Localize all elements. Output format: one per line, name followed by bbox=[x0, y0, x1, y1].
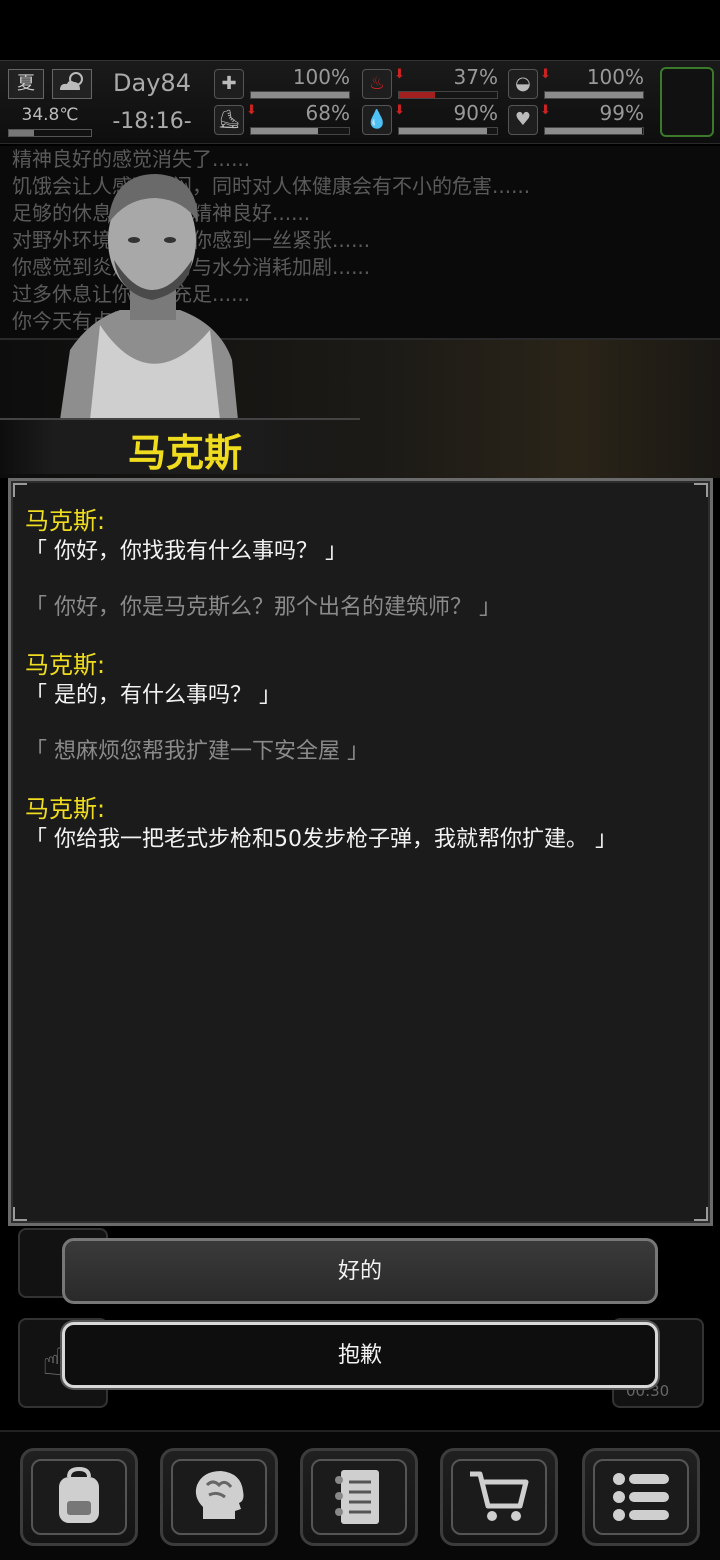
npc-line: 「 你给我一把老式步枪和50发步枪子弹，我就帮你扩建。 」 bbox=[25, 827, 617, 852]
temperature-bar bbox=[8, 129, 92, 137]
nav-journal[interactable] bbox=[300, 1448, 418, 1546]
speaker-name: 马克斯: bbox=[25, 507, 106, 535]
nav-shop[interactable] bbox=[440, 1448, 558, 1546]
frame-corner bbox=[694, 483, 708, 497]
bottom-nav bbox=[0, 1430, 720, 1560]
sun-cloud-icon bbox=[52, 69, 92, 99]
frame-corner bbox=[694, 1207, 708, 1221]
menu-icon bbox=[613, 1473, 669, 1521]
pill-icon: ◒ bbox=[508, 69, 538, 99]
stomach-icon: ♨ bbox=[362, 69, 392, 99]
journal-icon bbox=[335, 1470, 379, 1524]
stat-bar bbox=[250, 127, 350, 135]
declining-arrow-icon: ⬇ bbox=[246, 103, 257, 118]
speaker-name: 马克斯: bbox=[25, 795, 106, 823]
stat-medicine[interactable]: ◒ ⬇ 100% bbox=[508, 65, 648, 103]
decline-button[interactable]: 抱歉 bbox=[62, 1322, 658, 1388]
npc-portrait bbox=[60, 174, 238, 420]
speaker-name: 马克斯: bbox=[25, 651, 106, 679]
declining-arrow-icon: ⬇ bbox=[394, 67, 405, 82]
stat-health[interactable]: ✚ 100% bbox=[214, 65, 354, 103]
frame-corner bbox=[13, 483, 27, 497]
stat-bar bbox=[398, 127, 498, 135]
stat-hunger[interactable]: ♨ ⬇ 37% bbox=[362, 65, 502, 103]
declining-arrow-icon: ⬇ bbox=[394, 103, 405, 118]
season-indicator: 夏 bbox=[8, 69, 44, 99]
heart-icon: ♥ bbox=[508, 105, 538, 135]
stat-value: 100% bbox=[292, 65, 350, 89]
player-line: 「 你好，你是马克斯么？那个出名的建筑师？ 」 bbox=[25, 595, 501, 620]
npc-line: 「 你好，你找我有什么事吗？ 」 bbox=[25, 539, 347, 564]
stat-bar bbox=[544, 91, 644, 99]
stat-bar bbox=[250, 91, 350, 99]
npc-line: 「 是的，有什么事吗？ 」 bbox=[25, 683, 281, 708]
backpack-icon bbox=[59, 1467, 99, 1523]
stat-mood[interactable]: ♥ ⬇ 99% bbox=[508, 101, 648, 139]
declining-arrow-icon: ⬇ bbox=[540, 67, 551, 82]
declining-arrow-icon: ⬇ bbox=[540, 103, 551, 118]
npc-name: 马克斯 bbox=[127, 431, 242, 475]
stat-value: 68% bbox=[305, 101, 350, 125]
dialogue-box: 马克斯: 「 你好，你找我有什么事吗？ 」 「 你好，你是马克斯么？那个出名的建… bbox=[8, 478, 713, 1226]
stat-value: 100% bbox=[586, 65, 644, 89]
temperature-readout: 34.8℃ bbox=[21, 105, 79, 125]
stat-value: 37% bbox=[453, 65, 498, 89]
player-line: 「 想麻烦您帮我扩建一下安全屋 」 bbox=[25, 739, 369, 764]
stat-bar bbox=[544, 127, 644, 135]
accept-button[interactable]: 好的 bbox=[62, 1238, 658, 1304]
cart-icon bbox=[470, 1471, 529, 1521]
stat-value: 90% bbox=[453, 101, 498, 125]
boot-icon: ⛸ bbox=[214, 105, 244, 135]
brain-icon bbox=[195, 1471, 244, 1519]
stat-stamina[interactable]: ⛸ ⬇ 68% bbox=[214, 101, 354, 139]
nav-backpack[interactable] bbox=[20, 1448, 138, 1546]
nav-menu[interactable] bbox=[582, 1448, 700, 1546]
game-clock: -18:16- bbox=[112, 109, 192, 134]
first-aid-icon: ✚ bbox=[214, 69, 244, 99]
stat-bar bbox=[398, 91, 498, 99]
water-drop-icon: 💧 bbox=[362, 105, 392, 135]
nav-skills[interactable] bbox=[160, 1448, 278, 1546]
stat-value: 99% bbox=[599, 101, 644, 125]
equipment-slot[interactable] bbox=[660, 67, 714, 137]
status-bar: 夏 34.8℃ Day84 -18:16- ✚ 100% ♨ ⬇ 37% ◒ ⬇… bbox=[0, 60, 720, 144]
day-counter: Day84 bbox=[113, 69, 191, 97]
stat-thirst[interactable]: 💧 ⬇ 90% bbox=[362, 101, 502, 139]
frame-corner bbox=[13, 1207, 27, 1221]
